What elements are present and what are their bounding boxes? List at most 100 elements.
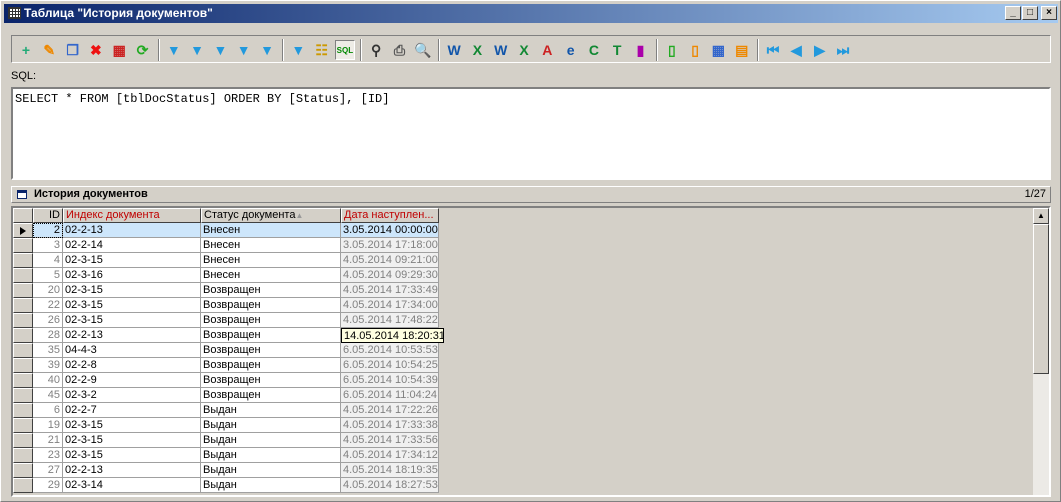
cell-id[interactable]: 5 [33,268,63,283]
cell-status[interactable]: Выдан [201,478,341,493]
table-row[interactable]: 28 02-2-13 Возвращен 14.05.2014 18:20:31 [13,328,444,343]
table-row[interactable]: 27 02-2-13 Выдан 4.05.2014 18:19:35 [13,463,439,478]
cell-id[interactable]: 23 [33,448,63,463]
table-row[interactable]: 39 02-2-8 Возвращен 6.05.2014 10:54:25 [13,358,439,373]
table-row[interactable]: 29 02-3-14 Выдан 4.05.2014 18:27:53 [13,478,439,493]
cell-index[interactable]: 02-2-13 [63,328,201,343]
export-word-link-icon[interactable]: W [491,40,511,60]
cell-status[interactable]: Возвращен [201,328,341,343]
scroll-thumb[interactable] [1033,224,1049,374]
print-preview-icon[interactable]: 🔍 [413,40,433,60]
cell-id[interactable]: 28 [33,328,63,343]
table-row[interactable]: 6 02-2-7 Выдан 4.05.2014 17:22:26 [13,403,439,418]
row-indicator[interactable] [13,253,33,268]
cell-status[interactable]: Выдан [201,433,341,448]
cell-index[interactable]: 02-2-7 [63,403,201,418]
cell-index[interactable]: 02-2-13 [63,463,201,478]
export-excel-link-icon[interactable]: X [514,40,534,60]
cell-index[interactable]: 02-2-14 [63,238,201,253]
cell-id[interactable]: 26 [33,313,63,328]
find-icon[interactable]: ⚲ [366,40,386,60]
table-row[interactable]: 19 02-3-15 Выдан 4.05.2014 17:33:38 [13,418,439,433]
export-excel-icon[interactable]: X [467,40,487,60]
table-row[interactable]: 23 02-3-15 Выдан 4.05.2014 17:34:12 [13,448,439,463]
cell-date[interactable]: 4.05.2014 18:27:53 [341,478,439,493]
cell-date[interactable]: 4.05.2014 09:29:30 [341,268,439,283]
cell-index[interactable]: 02-3-15 [63,313,201,328]
cell-id[interactable]: 29 [33,478,63,493]
tree-view-icon[interactable]: ☷ [312,40,332,60]
cell-date[interactable]: 4.05.2014 17:48:22 [341,313,439,328]
cell-status[interactable]: Внесен [201,223,341,238]
filter-save-icon[interactable]: ▼ [257,40,277,60]
cell-status[interactable]: Возвращен [201,373,341,388]
row-indicator[interactable] [13,478,33,493]
cell-id[interactable]: 40 [33,373,63,388]
chart-icon[interactable]: ▮ [631,40,651,60]
column-header-id[interactable]: ID [33,208,63,223]
row-indicator[interactable] [13,268,33,283]
cell-index[interactable]: 02-3-2 [63,388,201,403]
sql-input[interactable]: SELECT * FROM [tblDocStatus] ORDER BY [S… [11,87,1051,180]
export-pdf-icon[interactable]: A [537,40,557,60]
cell-status[interactable]: Выдан [201,403,341,418]
row-indicator[interactable] [13,238,33,253]
table-row[interactable]: 21 02-3-15 Выдан 4.05.2014 17:33:56 [13,433,439,448]
table-row[interactable]: 22 02-3-15 Возвращен 4.05.2014 17:34:00 [13,298,439,313]
row-indicator[interactable] [13,328,33,343]
cell-id[interactable]: 3 [33,238,63,253]
column-header-index[interactable]: Индекс документа [63,208,201,223]
row-indicator[interactable] [13,388,33,403]
cell-index[interactable]: 02-2-13 [63,223,201,238]
cell-id[interactable]: 22 [33,298,63,313]
cell-status[interactable]: Внесен [201,268,341,283]
row-indicator[interactable] [13,223,33,238]
table-settings-icon[interactable]: ▤ [732,40,752,60]
scroll-up-button[interactable]: ▲ [1033,208,1049,224]
cell-id[interactable]: 2 [33,223,63,238]
cell-index[interactable]: 02-2-9 [63,373,201,388]
cell-date[interactable]: 4.05.2014 18:19:35 [341,463,439,478]
filter-remove-icon[interactable]: ▼ [187,40,207,60]
cell-status[interactable]: Выдан [201,448,341,463]
table-row[interactable]: 35 04-4-3 Возвращен 6.05.2014 10:53:53 [13,343,439,358]
cell-id[interactable]: 20 [33,283,63,298]
next-record-icon[interactable]: ▶ [810,40,830,60]
cell-date[interactable]: 4.05.2014 17:22:26 [341,403,439,418]
last-record-icon[interactable]: ⏭ [833,40,853,60]
table-row[interactable]: 2 02-2-13 Внесен 3.05.2014 00:00:00 [13,223,439,238]
cell-date[interactable]: 4.05.2014 17:34:12 [341,448,439,463]
row-indicator[interactable] [13,433,33,448]
cell-date[interactable]: 6.05.2014 10:53:53 [341,343,439,358]
export-txt-icon[interactable]: T [607,40,627,60]
table-row[interactable]: 5 02-3-16 Внесен 4.05.2014 09:29:30 [13,268,439,283]
close-button[interactable]: × [1041,6,1057,20]
export-html-icon[interactable]: e [561,40,581,60]
cell-index[interactable]: 02-2-8 [63,358,201,373]
cell-id[interactable]: 4 [33,253,63,268]
filter-open-icon[interactable]: ▼ [234,40,254,60]
cell-status[interactable]: Выдан [201,418,341,433]
cell-date[interactable]: 4.05.2014 17:33:49 [341,283,439,298]
export-csv-icon[interactable]: C [584,40,604,60]
cell-status[interactable]: Возвращен [201,298,341,313]
table-row[interactable]: 4 02-3-15 Внесен 4.05.2014 09:21:00 [13,253,439,268]
row-indicator[interactable] [13,313,33,328]
cell-date[interactable]: 3.05.2014 17:18:00 [341,238,439,253]
row-indicator[interactable] [13,343,33,358]
column-settings-icon[interactable]: ▯ [685,40,705,60]
cell-index[interactable]: 02-3-15 [63,283,201,298]
filter-add-icon[interactable]: ▼ [164,40,184,60]
first-record-icon[interactable]: ⏮ [763,40,783,60]
delete-icon[interactable]: ✖ [86,40,106,60]
cell-index[interactable]: 02-3-16 [63,268,201,283]
vertical-scrollbar[interactable]: ▲ [1033,208,1049,495]
table-row[interactable]: 3 02-2-14 Внесен 3.05.2014 17:18:00 [13,238,439,253]
cell-index[interactable]: 04-4-3 [63,343,201,358]
data-grid[interactable]: ID Индекс документа Статус документа▲ Да… [11,206,1051,497]
view-filter-icon[interactable]: ▼ [288,40,308,60]
table-row[interactable]: 20 02-3-15 Возвращен 4.05.2014 17:33:49 [13,283,439,298]
filter-remove-all-icon[interactable]: ▼ [210,40,230,60]
cell-date[interactable]: 4.05.2014 09:21:00 [341,253,439,268]
copy-icon[interactable]: ❐ [63,40,83,60]
